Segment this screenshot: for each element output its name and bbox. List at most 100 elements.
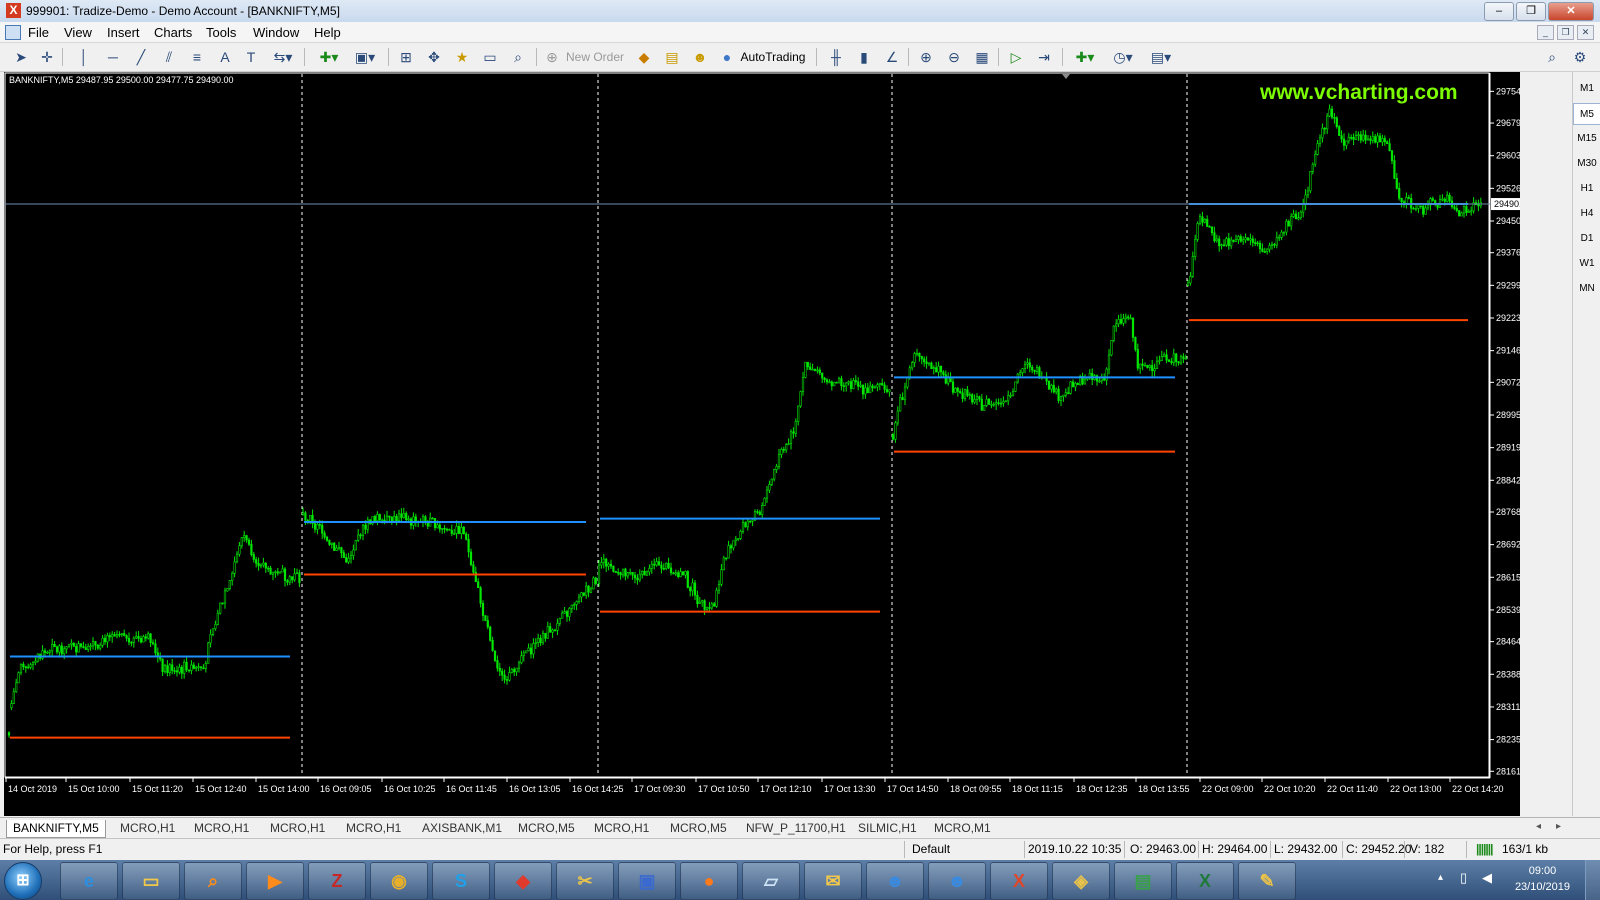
text-icon[interactable]: A: [216, 47, 234, 67]
menu-file[interactable]: File: [28, 25, 49, 40]
chrome-icon[interactable]: ◉: [370, 862, 428, 900]
templates-dropdown-icon[interactable]: ▤▾: [1146, 47, 1176, 67]
paint-icon[interactable]: ✎: [1238, 862, 1296, 900]
vertical-line-icon[interactable]: │: [76, 47, 92, 67]
price-chart[interactable]: 29754.05 29679.80 29603.30 29526.80 29450.30…: [4, 72, 1520, 816]
timeframe-w1[interactable]: W1: [1573, 253, 1600, 275]
chart-shift-marker-icon[interactable]: [1062, 74, 1070, 79]
crosshair-icon[interactable]: ✛: [38, 47, 56, 67]
show-desktop-button[interactable]: [1585, 860, 1600, 900]
search-icon[interactable]: ⌕: [1542, 47, 1562, 67]
mdi-close-button[interactable]: ✕: [1577, 25, 1594, 40]
status-connection[interactable]: 163/1 kb: [1502, 842, 1548, 856]
book-app-icon[interactable]: ◈: [1052, 862, 1110, 900]
timeframe-h1[interactable]: H1: [1573, 178, 1600, 200]
menu-insert[interactable]: Insert: [107, 25, 140, 40]
menu-view[interactable]: View: [64, 25, 92, 40]
strategy-tester-icon[interactable]: ⌕: [508, 47, 528, 67]
community-icon[interactable]: ⚙: [1570, 47, 1590, 67]
chart-tab[interactable]: MCRO,H1: [114, 820, 181, 837]
firefox-icon[interactable]: ●: [680, 862, 738, 900]
indicators-dropdown-icon[interactable]: ✚▾: [1070, 47, 1100, 67]
excel-icon[interactable]: X: [1176, 862, 1234, 900]
experts-icon[interactable]: ▤: [662, 47, 682, 67]
navigator-icon[interactable]: ✥: [424, 47, 444, 67]
metatrader-icon[interactable]: X: [990, 862, 1048, 900]
candlestick-chart-icon[interactable]: ▮: [854, 47, 874, 67]
chart-tab[interactable]: BANKNIFTY,M5: [6, 820, 106, 838]
anydesk-icon[interactable]: ◆: [494, 862, 552, 900]
tile-windows-icon[interactable]: ▦: [972, 47, 992, 67]
bar-chart-icon[interactable]: ╫: [826, 47, 846, 67]
new-chart-dropdown-icon[interactable]: ✚▾: [314, 47, 344, 67]
file-explorer-icon[interactable]: ▭: [122, 862, 180, 900]
close-button[interactable]: ✕: [1548, 2, 1594, 21]
horizontal-line-icon[interactable]: ─: [104, 47, 122, 67]
chart-tab[interactable]: MCRO,H1: [340, 820, 407, 837]
line-chart-icon[interactable]: ∠: [882, 47, 902, 67]
menu-tools[interactable]: Tools: [206, 25, 236, 40]
outlook-icon[interactable]: ✉: [804, 862, 862, 900]
skype-icon[interactable]: S: [432, 862, 490, 900]
search-app-icon[interactable]: ⌕: [184, 862, 242, 900]
clock[interactable]: 09:00 23/10/2019: [1515, 863, 1570, 895]
chart-tab[interactable]: MCRO,M1: [928, 820, 997, 837]
autoscroll-icon[interactable]: ▷: [1006, 47, 1026, 67]
restore-button[interactable]: ❐: [1516, 2, 1546, 21]
fibonacci-icon[interactable]: ≡: [188, 47, 206, 67]
arrows-dropdown-icon[interactable]: ⇆▾: [270, 47, 296, 67]
timeframe-m15[interactable]: M15: [1573, 128, 1600, 150]
zoom-in-icon[interactable]: ⊕: [916, 47, 936, 67]
timeframe-d1[interactable]: D1: [1573, 228, 1600, 250]
filezilla-icon[interactable]: Z: [308, 862, 366, 900]
mdi-minimize-button[interactable]: _: [1537, 25, 1554, 40]
chart-tab[interactable]: MCRO,H1: [588, 820, 655, 837]
market-watch-icon[interactable]: ⊞: [396, 47, 416, 67]
internet-explorer-icon[interactable]: e: [60, 862, 118, 900]
timeframe-m30[interactable]: M30: [1573, 153, 1600, 175]
tabs-scroll-right-icon[interactable]: ▸: [1556, 821, 1561, 832]
tray-device-icon[interactable]: ▯: [1460, 870, 1467, 886]
timeframe-h4[interactable]: H4: [1573, 203, 1600, 225]
timeframe-mn[interactable]: MN: [1573, 278, 1600, 300]
tabs-scroll-left-icon[interactable]: ◂: [1536, 821, 1541, 832]
mdi-restore-button[interactable]: ❐: [1557, 25, 1574, 40]
notes-icon[interactable]: ▱: [742, 862, 800, 900]
media-player-icon[interactable]: ▶: [246, 862, 304, 900]
tray-expand-icon[interactable]: ▴: [1438, 872, 1443, 883]
network-icon[interactable]: ▣: [618, 862, 676, 900]
timeframe-m1[interactable]: M1: [1573, 78, 1600, 100]
cursor-icon[interactable]: ➤: [12, 47, 30, 67]
tools-icon[interactable]: ✂: [556, 862, 614, 900]
channel-icon[interactable]: ⫽: [160, 47, 178, 67]
timeframe-m5[interactable]: M5: [1573, 103, 1600, 125]
text-label-icon[interactable]: T: [242, 47, 260, 67]
chart-tab[interactable]: MCRO,H1: [188, 820, 255, 837]
menu-help[interactable]: Help: [314, 25, 341, 40]
terminal-icon[interactable]: ▭: [480, 47, 500, 67]
menu-window[interactable]: Window: [253, 25, 299, 40]
mdi-window-icon[interactable]: [5, 25, 21, 40]
chart-tab[interactable]: MCRO,M5: [664, 820, 733, 837]
minimize-button[interactable]: –: [1484, 2, 1514, 21]
metaeditor-icon[interactable]: ◆: [634, 47, 654, 67]
chart-tab[interactable]: MCRO,M5: [512, 820, 581, 837]
user-app-icon[interactable]: ☻: [866, 862, 924, 900]
chart-app-icon[interactable]: ▤: [1114, 862, 1172, 900]
chart-tab[interactable]: SILMIC,H1: [852, 820, 923, 837]
new-order-button[interactable]: New Order: [562, 47, 628, 67]
profiles-dropdown-icon[interactable]: ▣▾: [350, 47, 380, 67]
chart-window[interactable]: 29754.05 29679.80 29603.30 29526.80 29450.30…: [4, 72, 1520, 816]
autotrading-button[interactable]: AutoTrading: [738, 47, 808, 67]
volume-icon[interactable]: ◀: [1482, 870, 1492, 886]
chart-shift-icon[interactable]: ⇥: [1034, 47, 1054, 67]
signals-icon[interactable]: ☻: [690, 47, 710, 67]
zoom-out-icon[interactable]: ⊖: [944, 47, 964, 67]
chart-tab[interactable]: MCRO,H1: [264, 820, 331, 837]
user-app-2-icon[interactable]: ☻: [928, 862, 986, 900]
chart-tab[interactable]: NFW_P_11700,H1: [740, 820, 852, 837]
trendline-icon[interactable]: ╱: [132, 47, 150, 67]
data-window-icon[interactable]: ★: [452, 47, 472, 67]
menu-charts[interactable]: Charts: [154, 25, 192, 40]
periods-dropdown-icon[interactable]: ◷▾: [1108, 47, 1138, 67]
